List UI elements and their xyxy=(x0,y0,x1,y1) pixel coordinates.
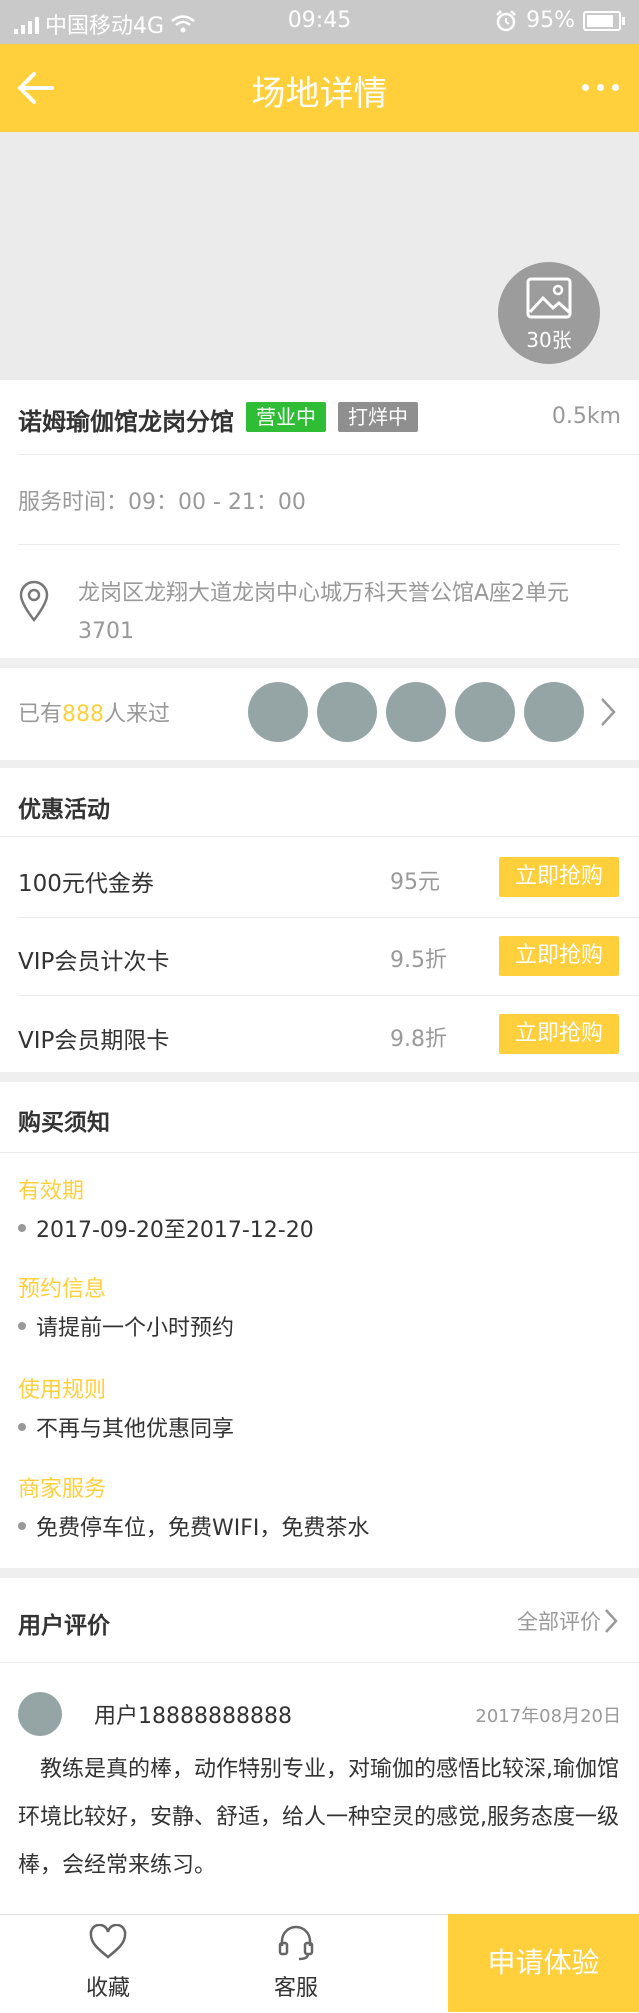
venue-distance: 0.5km xyxy=(551,404,621,429)
promo-name: VIP会员期限卡 xyxy=(18,1028,170,1054)
favorite-label: 收藏 xyxy=(85,1976,130,2001)
notice-item: 免费停车位，免费WIFI，免费茶水 xyxy=(18,1510,369,1542)
all-reviews-link[interactable]: 全部评价 xyxy=(517,1606,601,1636)
reviewer-avatar xyxy=(18,1692,62,1736)
divider xyxy=(0,1662,639,1663)
venue-address[interactable]: 龙岗区龙翔大道龙岗中心城万科天誉公馆A座2单元3701 xyxy=(78,575,623,651)
buy-now-button[interactable]: 立即抢购 xyxy=(499,857,619,897)
divider xyxy=(0,1152,639,1153)
chevron-right-icon[interactable] xyxy=(604,1608,618,1634)
visitors-count: 888 xyxy=(62,702,105,727)
status-right: 95% xyxy=(494,8,625,33)
promotions-title: 优惠活动 xyxy=(18,797,110,823)
visitor-avatar xyxy=(248,682,308,742)
visitors-prefix: 已有 xyxy=(18,702,63,727)
headset-icon xyxy=(278,1925,314,1961)
apply-trial-button[interactable]: 申请体验 xyxy=(448,1914,639,2012)
divider xyxy=(18,544,620,545)
promo-name: VIP会员计次卡 xyxy=(18,949,170,975)
review-content: 教练是真的棒，动作特别专业，对瑜伽的感悟比较深,瑜伽馆环境比较好，安静、舒适，给… xyxy=(18,1757,619,1878)
favorite-button[interactable]: 收藏 xyxy=(58,1918,158,2008)
divider xyxy=(18,454,639,455)
visitor-avatar xyxy=(317,682,377,742)
visitors-suffix: 人来过 xyxy=(104,702,171,727)
visitor-avatar xyxy=(455,682,515,742)
reviewer-name: 用户18888888888 xyxy=(94,1704,292,1729)
status-tag-open: 营业中 xyxy=(246,402,326,432)
location-pin-icon xyxy=(19,580,49,622)
customer-service-button[interactable]: 客服 xyxy=(246,1918,346,2008)
divider xyxy=(18,995,639,996)
service-hours: 服务时间：09：00 - 21：00 xyxy=(18,490,306,515)
review-date: 2017年08月20日 xyxy=(475,1706,621,1727)
promo-price: 95元 xyxy=(390,870,440,895)
battery-icon xyxy=(583,10,625,31)
photo-gallery-button[interactable]: 30张 xyxy=(498,262,600,364)
notice-section-title: 有效期 xyxy=(18,1179,85,1204)
divider xyxy=(0,836,639,837)
buy-now-button[interactable]: 立即抢购 xyxy=(499,936,619,976)
nav-header: 场地详情 xyxy=(0,44,639,132)
notice-title: 购买须知 xyxy=(18,1110,110,1136)
photo-count: 30张 xyxy=(526,328,572,352)
notice-section-title: 使用规则 xyxy=(18,1378,107,1403)
more-icon[interactable] xyxy=(582,84,619,91)
reviews-title: 用户评价 xyxy=(18,1613,110,1639)
notice-item: 不再与其他优惠同享 xyxy=(18,1411,234,1443)
visitor-avatar xyxy=(524,682,584,742)
heart-icon xyxy=(89,1924,127,1959)
visitor-avatar xyxy=(386,682,446,742)
notice-item: 2017-09-20至2017-12-20 xyxy=(18,1212,314,1244)
buy-now-button[interactable]: 立即抢购 xyxy=(499,1014,619,1054)
alarm-icon xyxy=(496,9,516,31)
divider xyxy=(18,917,639,918)
service-label: 客服 xyxy=(273,1976,318,2001)
status-bar: 中国移动4G 09:45 95% xyxy=(0,0,639,44)
promo-price: 9.8折 xyxy=(390,1027,447,1052)
promo-name: 100元代金券 xyxy=(18,871,154,897)
image-icon xyxy=(526,277,572,319)
battery-percent: 95% xyxy=(526,8,575,33)
notice-item: 请提前一个小时预约 xyxy=(18,1310,234,1342)
notice-section-title: 商家服务 xyxy=(18,1477,107,1502)
venue-name: 诺姆瑜伽馆龙岗分馆 xyxy=(18,408,234,436)
chevron-right-icon[interactable] xyxy=(600,697,616,727)
promo-price: 9.5折 xyxy=(390,948,447,973)
notice-section-title: 预约信息 xyxy=(18,1277,107,1302)
status-tag-closed: 打烊中 xyxy=(338,402,418,432)
visitors-text: 已有888人来过 xyxy=(18,696,170,728)
page-title: 场地详情 xyxy=(251,74,388,114)
